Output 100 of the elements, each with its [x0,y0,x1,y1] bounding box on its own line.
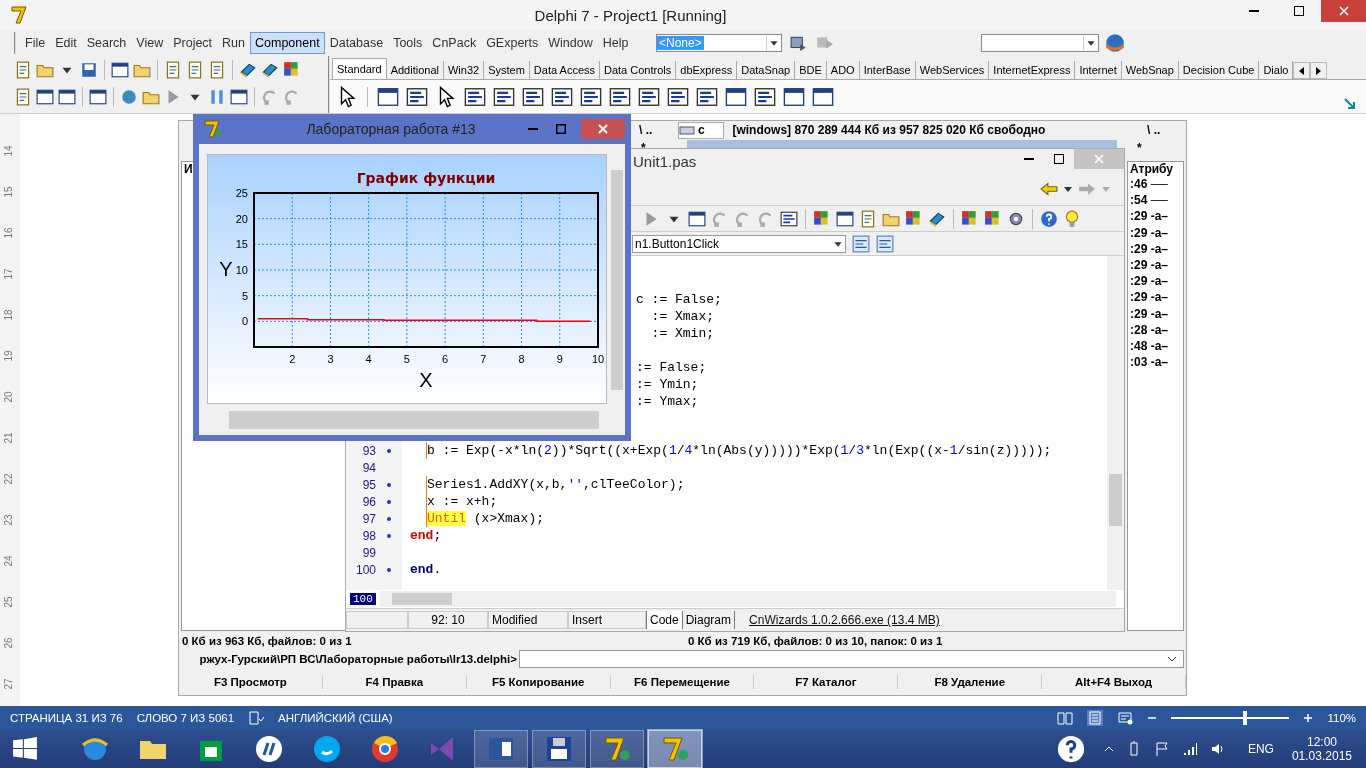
scroll-right-button[interactable] [1310,62,1328,79]
zoom-slider-thumb[interactable] [1242,711,1247,725]
window-icon[interactable] [688,209,706,228]
document-icon[interactable] [208,60,226,79]
editor-tab[interactable]: Diagram [682,611,736,629]
function-key-button[interactable]: F6 Перемещение [610,675,755,689]
menu-item[interactable]: File [20,32,51,54]
web-layout-icon[interactable] [1117,710,1134,726]
parent-folder-button[interactable]: \ .. [639,123,678,137]
word-count[interactable]: СЛОВО 7 ИЗ 5061 [136,712,235,724]
blocks-icon[interactable] [283,60,301,79]
align-icon[interactable] [876,234,894,253]
component-icon[interactable] [780,209,798,228]
vertical-scrollbar[interactable] [1107,256,1124,590]
blocks-icon[interactable] [984,209,1002,228]
help-icon[interactable] [1055,734,1086,764]
window-icon[interactable] [836,209,854,228]
component-icon[interactable] [609,85,631,108]
procedure-combo[interactable]: n1.Button1Click [632,234,846,253]
component-icon[interactable] [580,85,602,108]
function-key-button[interactable]: F8 Удаление [898,675,1043,689]
language-status[interactable]: АНГЛИЙСКИЙ (США) [278,712,393,724]
read-mode-icon[interactable] [1057,710,1074,726]
window-icon[interactable] [111,60,129,79]
taskbar-app[interactable] [474,730,528,768]
chevron-up-icon[interactable] [1103,744,1114,754]
clock[interactable]: 12:00 01.03.2015 [1291,735,1352,763]
component-icon[interactable] [667,85,689,108]
window-icon[interactable] [377,85,399,108]
scroll-left-button[interactable] [1293,62,1311,79]
document-icon[interactable] [164,60,182,79]
component-icon[interactable] [464,85,486,108]
command-field[interactable] [519,650,1184,668]
plugin-link[interactable]: CnWizards 1.0.2.666.exe (13.4 MB) [749,613,940,627]
print-layout-icon[interactable] [1087,710,1104,726]
signal-icon[interactable] [1181,741,1198,757]
close-button[interactable] [581,119,625,139]
language-indicator[interactable]: ENG [1247,742,1274,756]
menu-item[interactable]: Edit [50,32,82,54]
zoom-level[interactable]: 110% [1327,712,1356,724]
window-icon[interactable] [89,87,107,106]
component-icon[interactable] [551,85,573,108]
component-icon[interactable] [406,85,428,108]
page-count[interactable]: СТРАНИЦА 31 ИЗ 76 [10,712,123,724]
document-icon[interactable] [186,60,204,79]
menu-item[interactable]: Tools [388,32,428,54]
menu-item[interactable]: GExperts [481,32,544,54]
menu-item[interactable]: Project [168,32,218,54]
function-key-button[interactable]: F3 Просмотр [179,675,323,689]
window-icon[interactable] [812,85,834,108]
document-icon[interactable] [14,87,32,106]
menu-item[interactable]: Help [597,32,634,54]
align-icon[interactable] [852,234,870,253]
menu-item[interactable]: Database [324,32,389,54]
function-key-button[interactable]: F5 Копирование [466,675,611,689]
window-icon[interactable] [783,85,805,108]
start-icon[interactable] [12,736,38,762]
drive-combo[interactable]: c [677,121,725,139]
editor-tab[interactable]: Code [646,611,683,629]
globe-icon[interactable] [120,87,138,106]
horizontal-scrollbar[interactable] [379,591,1116,607]
function-key-button[interactable]: F4 Правка [322,675,467,689]
combo-box[interactable] [981,34,1099,52]
taskbar-app[interactable] [532,730,586,768]
menu-item[interactable]: Search [81,32,132,54]
back-arrow-icon[interactable] [1040,180,1058,198]
blocks-icon[interactable] [905,209,923,228]
menu-item[interactable]: Window [543,32,598,54]
window-icon[interactable] [36,87,54,106]
flag-icon[interactable] [1153,741,1170,757]
zoom-in-icon[interactable] [1303,713,1314,723]
function-key-button[interactable]: F7 Каталог [754,675,899,689]
caret-icon[interactable] [1064,186,1072,192]
speaker-icon[interactable] [1209,741,1226,757]
window-icon[interactable] [58,87,76,106]
menu-item[interactable]: Run [217,32,251,54]
component-icon[interactable] [754,85,776,108]
palette-tab[interactable]: Standard [332,58,387,79]
blocks-icon[interactable] [813,209,831,228]
component-icon[interactable] [638,85,660,108]
bulb-icon[interactable] [1063,209,1081,228]
proofing-icon[interactable] [248,710,265,726]
window-icon[interactable] [725,85,747,108]
window-icon[interactable] [230,87,248,106]
component-icon[interactable] [696,85,718,108]
help-icon[interactable] [1040,209,1058,228]
column-header[interactable]: И [182,162,194,176]
filter-button[interactable]: * [1137,141,1183,155]
menu-item[interactable]: View [131,32,169,54]
menu-item[interactable]: Component [250,32,325,54]
menu-item[interactable]: CnPack [427,32,482,54]
component-icon[interactable] [522,85,544,108]
column-header[interactable]: Атрибу [1130,162,1174,176]
parent-folder-button[interactable]: \ .. [1147,123,1186,137]
blocks-icon[interactable] [961,209,979,228]
globe-icon[interactable] [1105,33,1125,53]
document-icon[interactable] [14,60,32,79]
component-icon[interactable] [493,85,515,108]
document-icon[interactable] [859,209,877,228]
function-key-button[interactable]: Alt+F4 Выход [1042,675,1186,689]
